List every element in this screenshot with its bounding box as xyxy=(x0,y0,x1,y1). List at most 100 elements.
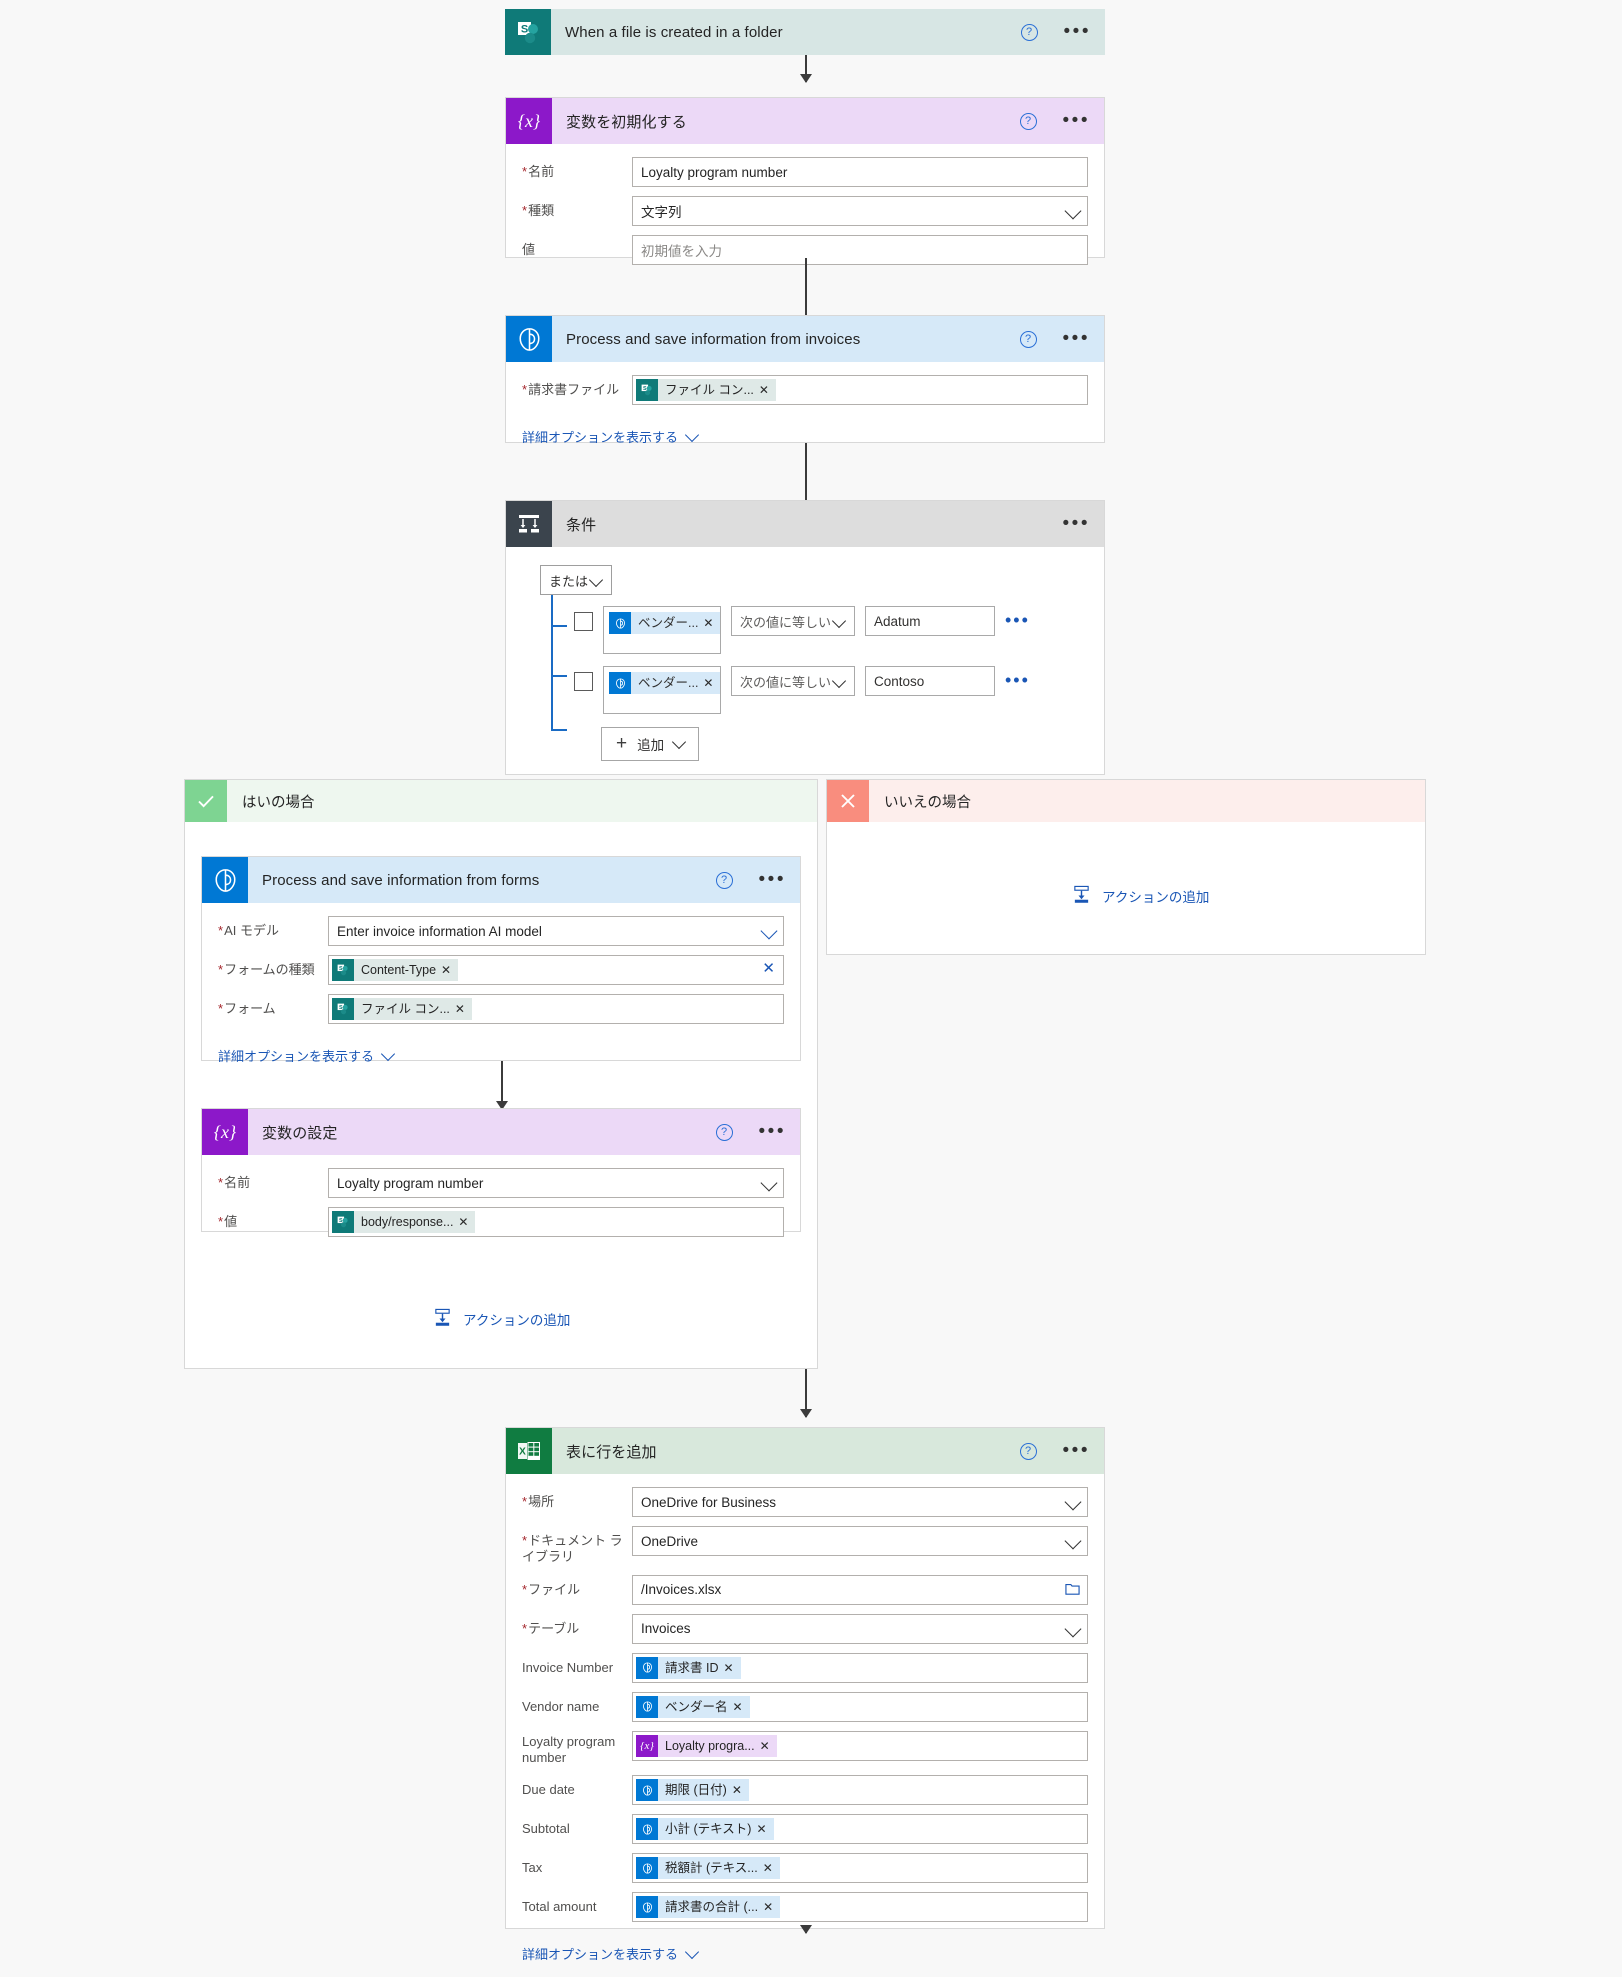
help-icon[interactable]: ? xyxy=(1020,23,1038,41)
set-variable-value-input[interactable]: S body/response... ✕ xyxy=(328,1207,784,1237)
overflow-menu-icon[interactable]: ••• xyxy=(759,870,786,889)
token-chip[interactable]: S ファイル コン... ✕ xyxy=(332,998,472,1020)
overflow-menu-icon[interactable]: ••• xyxy=(1063,329,1090,348)
invoice-number-input[interactable]: 請求書 ID ✕ xyxy=(632,1652,1088,1683)
chevron-down-icon[interactable] xyxy=(672,734,687,750)
token-label: ファイル コン... xyxy=(361,1002,450,1016)
show-advanced-options-link[interactable]: 詳細オプションを表示する xyxy=(218,1046,396,1065)
loyalty-program-number-input[interactable]: {x} Loyalty progra... ✕ xyxy=(632,1730,1088,1761)
variable-name-input[interactable]: Loyalty program number xyxy=(632,157,1088,187)
clear-field-icon[interactable]: ✕ xyxy=(762,961,775,977)
show-advanced-options-link[interactable]: 詳細オプションを表示する xyxy=(522,1944,700,1963)
token-chip[interactable]: S body/response... ✕ xyxy=(332,1211,476,1233)
token-chip[interactable]: ベンダー... ✕ xyxy=(609,672,721,694)
total-amount-input[interactable]: 請求書の合計 (... ✕ xyxy=(632,1892,1088,1922)
document-library-select[interactable]: OneDrive xyxy=(632,1526,1088,1556)
remove-token-icon[interactable]: ✕ xyxy=(455,1002,472,1016)
token-chip[interactable]: S Content-Type ✕ xyxy=(332,959,459,981)
help-icon[interactable]: ? xyxy=(1019,112,1037,130)
field-label: Tax xyxy=(522,1860,543,1875)
condition-left-operand[interactable]: ベンダー... ✕ xyxy=(603,666,721,714)
folder-picker-icon[interactable] xyxy=(1065,1582,1080,1600)
add-action-link[interactable]: アクションの追加 xyxy=(1072,885,1209,907)
ai-model-select[interactable]: Enter invoice information AI model xyxy=(328,916,784,946)
condition-comparison-select[interactable]: 次の値に等しい xyxy=(731,666,855,696)
due-date-input[interactable]: 期限 (日付) ✕ xyxy=(632,1775,1088,1805)
condition-row: ベンダー... ✕ 次の値に等しい Contoso ••• xyxy=(574,666,1088,714)
set-variable-card[interactable]: {x} 変数の設定 ? ••• *名前 Loyalty program numb… xyxy=(201,1108,801,1237)
help-icon[interactable]: ? xyxy=(1019,1442,1037,1460)
help-icon[interactable]: ? xyxy=(715,1123,733,1141)
variable-value-input[interactable]: 初期値を入力 xyxy=(632,235,1088,265)
token-chip[interactable]: ベンダー... ✕ xyxy=(609,612,721,634)
add-condition-button[interactable]: + 追加 xyxy=(601,727,700,761)
location-select[interactable]: OneDrive for Business xyxy=(632,1487,1088,1517)
remove-token-icon[interactable]: ✕ xyxy=(733,1700,750,1714)
remove-token-icon[interactable]: ✕ xyxy=(763,1861,780,1875)
remove-token-icon[interactable]: ✕ xyxy=(756,1822,773,1836)
overflow-menu-icon[interactable]: ••• xyxy=(1063,514,1090,533)
add-row-to-table-card[interactable]: X 表に行を追加 ? ••• *場所 OneDrive for Business… xyxy=(505,1427,1105,1962)
help-icon[interactable]: ? xyxy=(715,871,733,889)
condition-operator-select[interactable]: または xyxy=(540,565,612,595)
condition-left-operand[interactable]: ベンダー... ✕ xyxy=(603,606,721,654)
overflow-menu-icon[interactable]: ••• xyxy=(1063,111,1090,130)
excel-icon: X xyxy=(506,1428,552,1474)
ai-builder-icon xyxy=(636,1656,658,1679)
form-input[interactable]: S ファイル コン... ✕ xyxy=(328,994,784,1024)
form-row-tax: Tax 税額計 (テキス... ✕ xyxy=(522,1853,1088,1883)
yes-branch-label: はいの場合 xyxy=(242,794,315,811)
ai-builder-icon xyxy=(202,857,248,903)
condition-checkbox[interactable] xyxy=(574,672,593,691)
token-chip[interactable]: 請求書の合計 (... ✕ xyxy=(636,1896,781,1918)
condition-value-input[interactable]: Adatum xyxy=(865,606,995,636)
token-chip[interactable]: 小計 (テキスト) ✕ xyxy=(636,1818,774,1840)
condition-row-menu-icon[interactable]: ••• xyxy=(1005,606,1030,634)
overflow-menu-icon[interactable]: ••• xyxy=(759,1122,786,1141)
condition-row-menu-icon[interactable]: ••• xyxy=(1005,666,1030,694)
token-chip[interactable]: S ファイル コン... ✕ xyxy=(636,379,776,401)
form-type-input[interactable]: S Content-Type ✕ xyxy=(328,955,784,985)
token-chip[interactable]: 税額計 (テキス... ✕ xyxy=(636,1857,780,1879)
remove-token-icon[interactable]: ✕ xyxy=(732,1783,749,1797)
add-action-link[interactable]: アクションの追加 xyxy=(433,1308,570,1330)
trigger-card[interactable]: S When a file is created in a folder ? •… xyxy=(505,9,1105,55)
process-forms-card[interactable]: Process and save information from forms … xyxy=(201,856,801,1064)
subtotal-input[interactable]: 小計 (テキスト) ✕ xyxy=(632,1814,1088,1844)
remove-token-icon[interactable]: ✕ xyxy=(760,1739,777,1753)
invoice-file-input[interactable]: S ファイル コン... ✕ xyxy=(632,375,1088,405)
token-chip[interactable]: {x} Loyalty progra... ✕ xyxy=(636,1734,777,1757)
tax-input[interactable]: 税額計 (テキス... ✕ xyxy=(632,1853,1088,1883)
remove-token-icon[interactable]: ✕ xyxy=(703,676,720,690)
overflow-menu-icon[interactable]: ••• xyxy=(1063,1441,1090,1460)
condition-card[interactable]: 条件 ••• または ベンダー... ✕ 次の値に等しい Adatum ••• … xyxy=(505,500,1105,775)
remove-token-icon[interactable]: ✕ xyxy=(703,616,720,630)
condition-value-input[interactable]: Contoso xyxy=(865,666,995,696)
vendor-name-input[interactable]: ベンダー名 ✕ xyxy=(632,1691,1088,1722)
remove-token-icon[interactable]: ✕ xyxy=(441,963,458,977)
initialize-variable-card[interactable]: {x} 変数を初期化する ? ••• *名前 Loyalty program n… xyxy=(505,97,1105,265)
remove-token-icon[interactable]: ✕ xyxy=(759,383,776,397)
file-input[interactable]: /Invoices.xlsx xyxy=(632,1574,1088,1605)
token-chip[interactable]: ベンダー名 ✕ xyxy=(636,1695,750,1718)
process-invoices-card[interactable]: Process and save information from invoic… xyxy=(505,315,1105,446)
token-label: Content-Type xyxy=(361,963,437,977)
remove-token-icon[interactable]: ✕ xyxy=(723,1661,740,1675)
token-chip[interactable]: 期限 (日付) ✕ xyxy=(636,1779,749,1801)
overflow-menu-icon[interactable]: ••• xyxy=(1064,22,1091,41)
remove-token-icon[interactable]: ✕ xyxy=(458,1215,475,1229)
condition-comparison-select[interactable]: 次の値に等しい xyxy=(731,606,855,636)
condition-checkbox[interactable] xyxy=(574,612,593,631)
help-icon[interactable]: ? xyxy=(1019,330,1037,348)
field-label: Subtotal xyxy=(522,1821,570,1836)
set-variable-name-select[interactable]: Loyalty program number xyxy=(328,1168,784,1198)
show-advanced-options-link[interactable]: 詳細オプションを表示する xyxy=(522,427,700,446)
remove-token-icon[interactable]: ✕ xyxy=(763,1900,780,1914)
form-row-type: *種類 文字列 xyxy=(522,196,1088,226)
form-row-vendor-name: Vendor name ベンダー名 ✕ xyxy=(522,1691,1088,1722)
form-row-name: *名前 Loyalty program number xyxy=(522,157,1088,187)
field-label: *名前 xyxy=(218,1175,251,1190)
table-select[interactable]: Invoices xyxy=(632,1613,1088,1644)
token-chip[interactable]: 請求書 ID ✕ xyxy=(636,1656,741,1679)
variable-type-select[interactable]: 文字列 xyxy=(632,196,1088,226)
